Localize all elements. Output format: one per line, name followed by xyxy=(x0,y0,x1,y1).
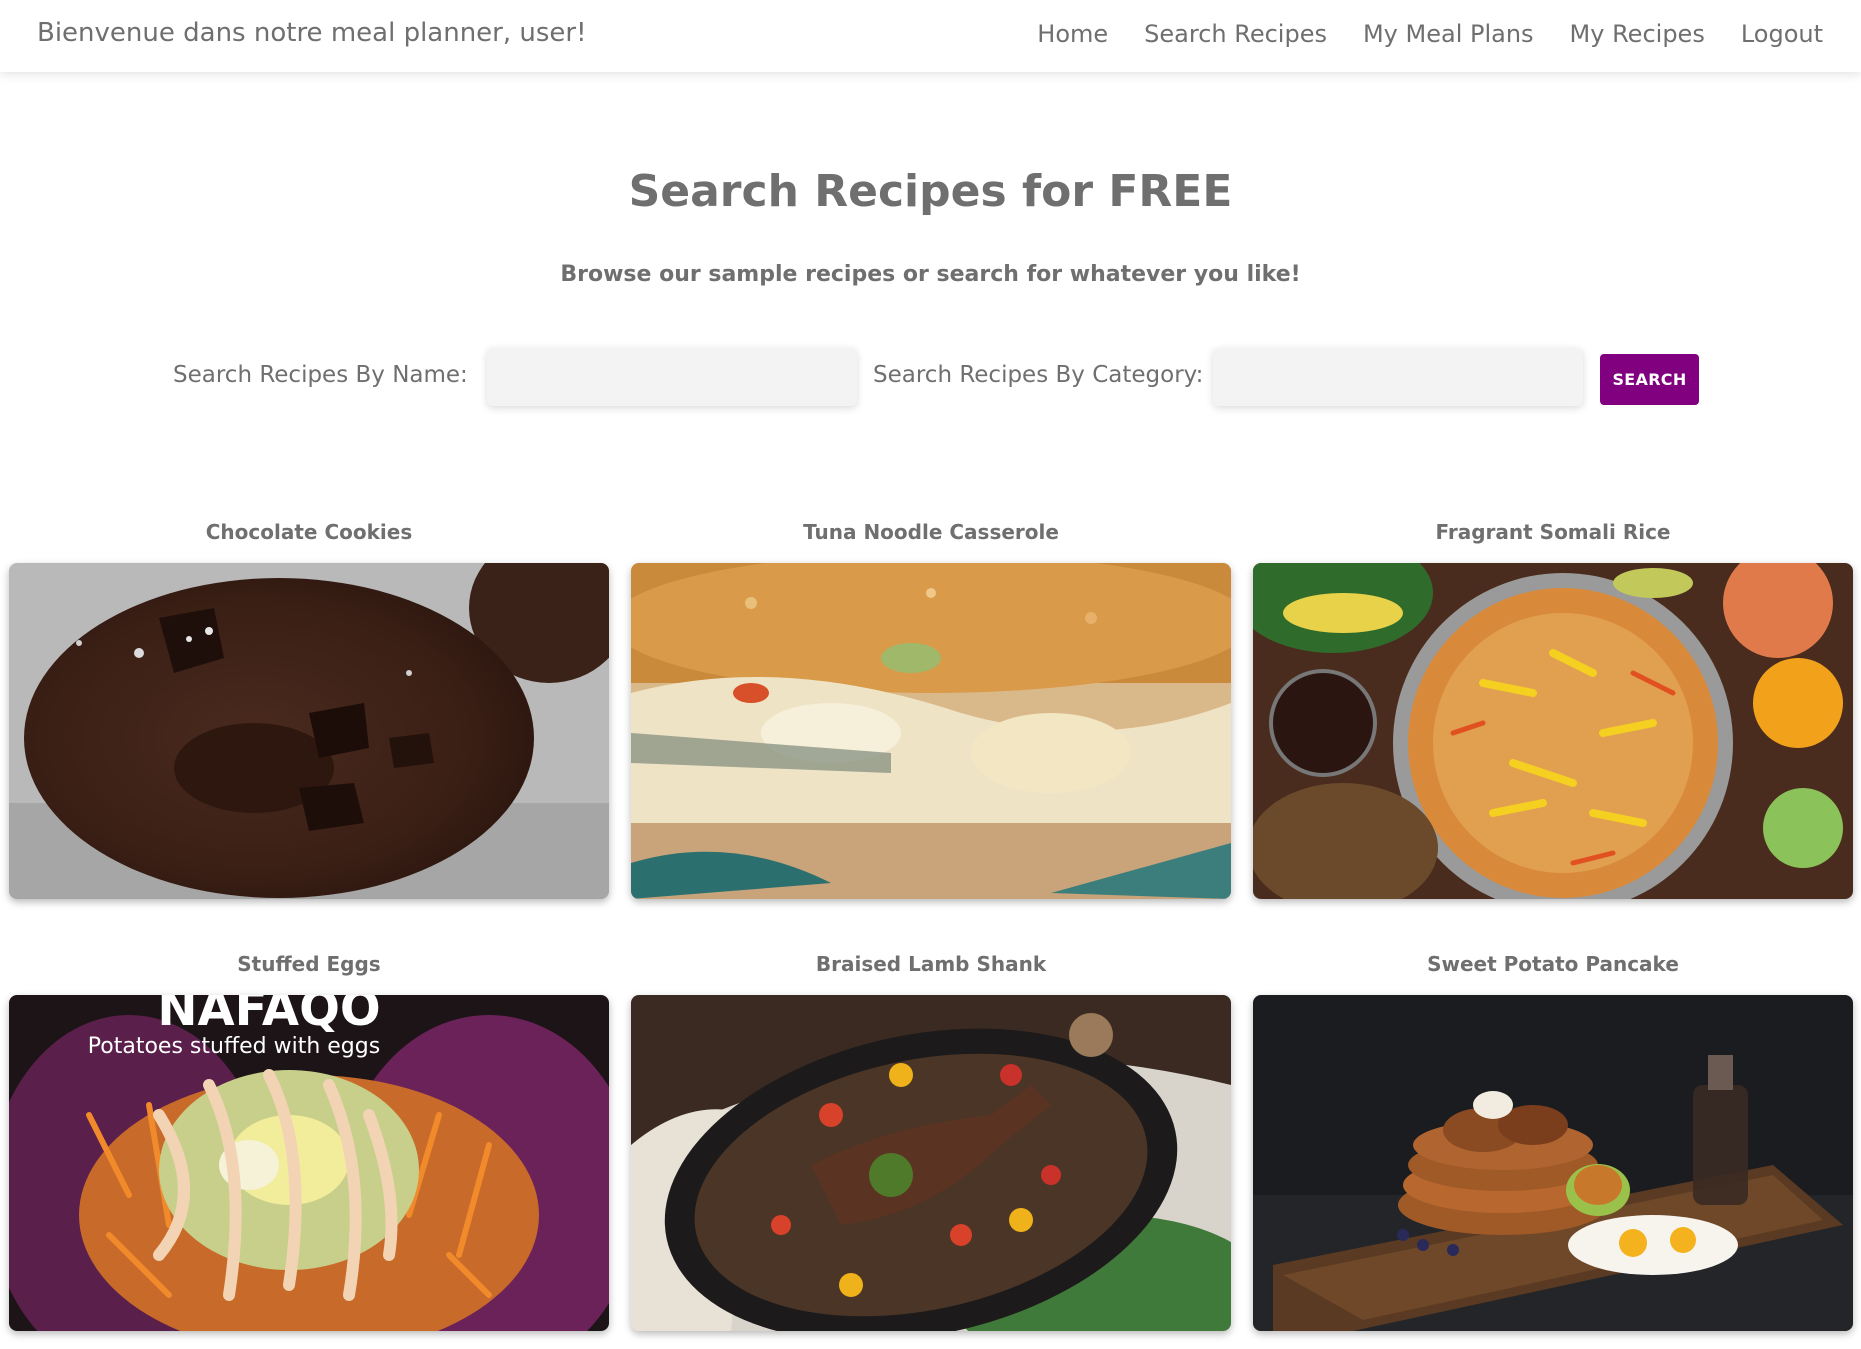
recipe-image[interactable]: NAFAQO Potatoes stuffed with eggs xyxy=(9,995,609,1331)
recipe-card[interactable]: Tuna Noodle Casserole xyxy=(631,515,1231,899)
brand-greeting: Bienvenue dans notre meal planner, user! xyxy=(37,18,587,48)
chocolate-cookie-photo xyxy=(9,563,609,899)
search-name-label: Search Recipes By Name: xyxy=(173,362,468,388)
stuffed-eggs-photo: NAFAQO Potatoes stuffed with eggs xyxy=(9,995,609,1331)
recipe-title[interactable]: Braised Lamb Shank xyxy=(631,947,1231,981)
page-subtitle: Browse our sample recipes or search for … xyxy=(560,262,1301,287)
search-button[interactable]: SEARCH xyxy=(1600,354,1699,405)
nav-my-recipes[interactable]: My Recipes xyxy=(1570,20,1705,48)
search-category-input[interactable] xyxy=(1213,348,1583,406)
search-name-input[interactable] xyxy=(487,348,857,406)
image-caption-text: Potatoes stuffed with eggs xyxy=(88,1034,380,1059)
search-category-label: Search Recipes By Category: xyxy=(873,362,1204,388)
recipe-image[interactable] xyxy=(631,563,1231,899)
somali-rice-photo xyxy=(1253,563,1853,899)
recipe-title[interactable]: Stuffed Eggs xyxy=(9,947,609,981)
navbar: Bienvenue dans notre meal planner, user!… xyxy=(0,0,1861,72)
nav-search-recipes[interactable]: Search Recipes xyxy=(1144,20,1327,48)
page-title: Search Recipes for FREE xyxy=(628,166,1233,217)
nav-links: Home Search Recipes My Meal Plans My Rec… xyxy=(1037,20,1823,48)
recipe-image[interactable] xyxy=(1253,563,1853,899)
recipe-title[interactable]: Tuna Noodle Casserole xyxy=(631,515,1231,549)
recipe-card[interactable]: Fragrant Somali Rice xyxy=(1253,515,1853,899)
pancake-photo xyxy=(1253,995,1853,1331)
image-brand-text: NAFAQO xyxy=(157,995,380,1037)
recipe-image[interactable] xyxy=(1253,995,1853,1331)
nav-home[interactable]: Home xyxy=(1037,20,1108,48)
recipe-image[interactable] xyxy=(9,563,609,899)
lamb-shank-photo xyxy=(631,995,1231,1331)
search-form: Search Recipes By Name: Search Recipes B… xyxy=(0,348,1861,408)
casserole-photo xyxy=(631,563,1231,899)
recipe-card[interactable]: Stuffed Eggs NAFAQO Potatoes stuffed wit… xyxy=(9,947,609,1331)
recipe-card[interactable]: Chocolate Cookies xyxy=(9,515,609,899)
recipe-title[interactable]: Fragrant Somali Rice xyxy=(1253,515,1853,549)
nav-logout[interactable]: Logout xyxy=(1741,20,1823,48)
nav-my-meal-plans[interactable]: My Meal Plans xyxy=(1363,20,1534,48)
recipe-image[interactable] xyxy=(631,995,1231,1331)
recipe-title[interactable]: Sweet Potato Pancake xyxy=(1253,947,1853,981)
recipe-card[interactable]: Braised Lamb Shank xyxy=(631,947,1231,1331)
recipe-card[interactable]: Sweet Potato Pancake xyxy=(1253,947,1853,1331)
recipe-title[interactable]: Chocolate Cookies xyxy=(9,515,609,549)
